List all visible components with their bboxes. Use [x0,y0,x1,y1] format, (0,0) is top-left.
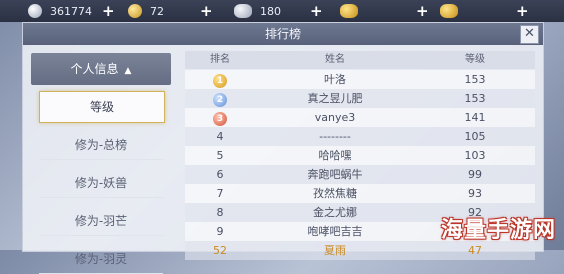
currency-value: 361774 [50,4,92,18]
gold-ingot-icon [440,4,458,18]
add-currency-button[interactable]: + [516,4,529,19]
level-cell: 103 [464,149,486,162]
level-cell: 153 [464,73,486,86]
name-cell: vanye3 [314,111,356,124]
add-currency-button[interactable]: + [200,4,213,19]
rank-cell: 9 [216,225,224,238]
add-currency-button[interactable]: + [416,4,429,19]
level-cell: 105 [464,130,486,143]
rank-cell: 52 [213,244,227,257]
name-cell: 孜然焦糖 [313,187,357,200]
rank-cell: 1 [185,70,255,89]
menu-item-cultivation-yumang[interactable]: 修为-羽芒 [39,207,163,236]
name-cell: 夏雨 [324,244,346,257]
add-currency-button[interactable]: + [102,4,115,19]
menu-item-cultivation-beast[interactable]: 修为-妖兽 [39,169,163,198]
header-level: 等级 [465,54,485,65]
silver-coin-icon [28,4,42,18]
triangle-up-icon: ▲ [124,66,132,76]
currency-silver-coin: 361774 + [28,2,115,20]
gold-medal-icon: 1 [213,74,227,88]
bronze-medal-icon: 3 [213,112,227,126]
category-menu: 个人信息 ▲ 等级 修为-总榜 修为-妖兽 修为-羽芒 修为-羽灵 [31,53,171,274]
personal-info-label: 个人信息 [70,62,119,76]
table-row[interactable]: 1 叶洛 153 [185,70,535,89]
rank-cell: 2 [185,89,255,108]
currency-gold-coin: 72 + [128,2,213,20]
currency-gold-ingot-2: + [440,2,529,20]
close-button[interactable]: ✕ [520,25,539,44]
table-row[interactable]: 3 vanye3 141 [185,108,535,127]
currency-gold-ingot: + [340,2,429,20]
panel-title: 排行榜 [23,23,543,45]
rank-cell: 7 [216,187,224,200]
menu-item-level[interactable]: 等级 [39,91,165,123]
name-cell: 叶洛 [324,73,346,86]
rank-cell: 4 [216,130,224,143]
silver-ingot-icon [234,4,252,18]
menu-item-cultivation-yuling[interactable]: 修为-羽灵 [39,245,163,274]
name-cell: 奔跑吧蜗牛 [307,168,363,181]
menu-item-cultivation-total[interactable]: 修为-总榜 [39,131,163,160]
currency-silver-ingot: 180 + [234,2,323,20]
gold-coin-icon [128,4,142,18]
name-cell: 金之尤娜 [313,206,357,219]
name-cell: -------- [319,130,351,143]
rank-cell: 8 [216,206,224,219]
level-cell: 99 [468,168,482,181]
currency-bar: 361774 + 72 + 180 + + + [0,0,564,22]
table-row[interactable]: 6 奔跑吧蜗牛 99 [185,165,535,184]
level-cell: 153 [464,92,486,105]
rank-cell: 6 [216,168,224,181]
table-row[interactable]: 4 -------- 105 [185,127,535,146]
table-row[interactable]: 2 真之昱儿肥 153 [185,89,535,108]
currency-value: 72 [150,4,164,18]
name-cell: 咆哮吧吉吉 [307,225,363,238]
gold-ingot-icon [340,4,358,18]
add-currency-button[interactable]: + [310,4,323,19]
rank-cell: 3 [185,108,255,127]
header-name: 姓名 [325,54,345,65]
rank-cell: 5 [216,149,224,162]
level-cell: 141 [464,111,486,124]
silver-medal-icon: 2 [213,93,227,107]
header-rank: 排名 [210,54,230,65]
personal-info-header[interactable]: 个人信息 ▲ [31,53,171,85]
name-cell: 哈哈嘿 [318,149,352,162]
table-row[interactable]: 7 孜然焦糖 93 [185,184,535,203]
name-cell: 真之昱儿肥 [307,92,363,105]
table-header: 排名 姓名 等级 [185,51,535,69]
currency-value: 180 [260,4,281,18]
level-cell: 93 [468,187,482,200]
table-row[interactable]: 5 哈哈嘿 103 [185,146,535,165]
site-watermark: 海量手游网 [440,218,556,243]
